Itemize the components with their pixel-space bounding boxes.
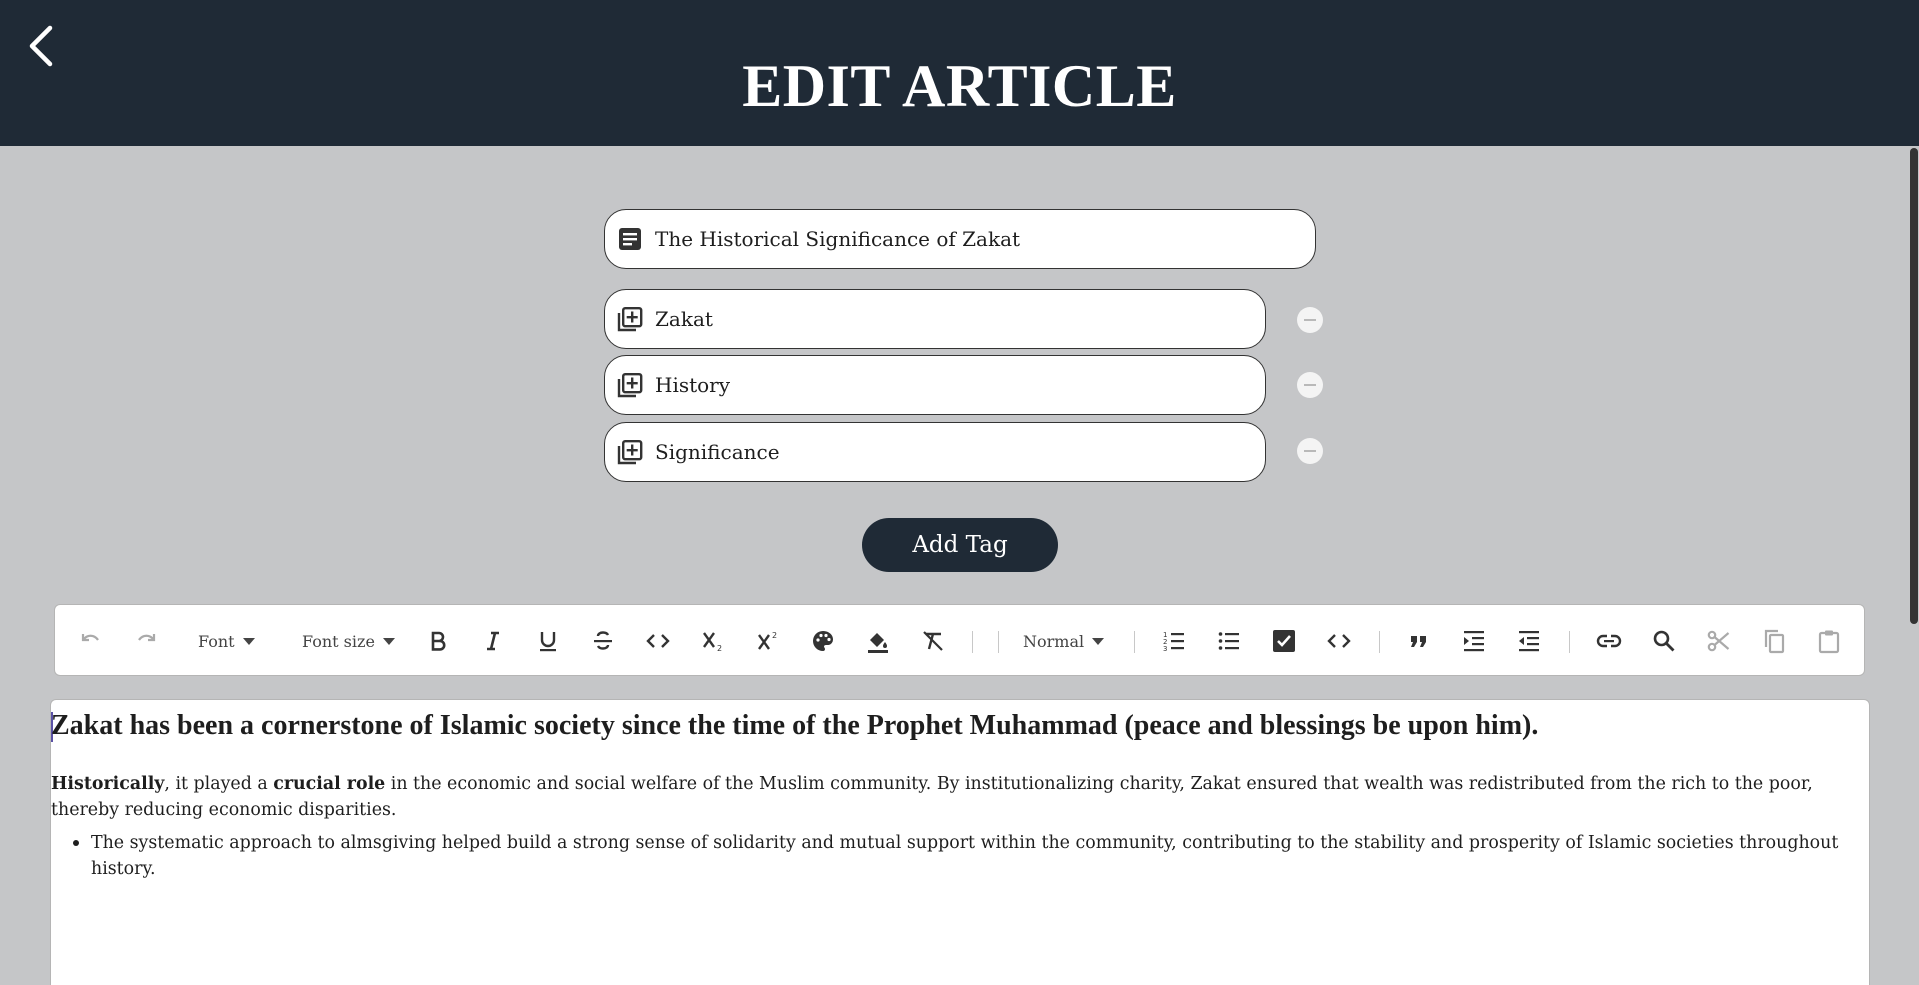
fill-color-button[interactable] <box>862 623 894 659</box>
page-title: EDIT ARTICLE <box>742 53 1177 119</box>
toolbar-divider <box>1379 631 1380 653</box>
text-color-button[interactable] <box>807 623 839 659</box>
subscript-button[interactable]: 2 <box>697 623 729 659</box>
block-type-label: Normal <box>1023 631 1085 651</box>
paste-button[interactable] <box>1813 623 1845 659</box>
article-title-field[interactable]: The Historical Significance of Zakat <box>604 209 1316 269</box>
link-icon <box>1596 634 1622 648</box>
list-item: The systematic approach to almsgiving he… <box>73 830 1851 882</box>
toolbar-divider <box>1134 631 1135 653</box>
library-add-icon <box>617 307 643 332</box>
svg-text:3: 3 <box>1163 645 1167 653</box>
ordered-list-button[interactable]: 123 <box>1158 623 1190 659</box>
library-add-icon <box>617 373 643 398</box>
strikethrough-button[interactable] <box>587 623 619 659</box>
underline-icon <box>540 632 556 652</box>
bold-text: Historically <box>51 774 165 794</box>
bold-button[interactable] <box>422 623 454 659</box>
link-button[interactable] <box>1593 623 1625 659</box>
outdent-button[interactable] <box>1513 623 1545 659</box>
toolbar-divider <box>998 631 999 653</box>
chevron-down-icon <box>242 637 255 645</box>
undo-icon <box>81 634 99 642</box>
svg-text:2: 2 <box>717 644 722 653</box>
inline-code-icon <box>646 634 670 648</box>
font-dropdown-label: Font <box>198 631 235 651</box>
italic-icon <box>487 631 499 651</box>
library-add-icon <box>617 440 643 465</box>
content-heading: Zakat has been a cornerstone of Islamic … <box>51 710 1539 741</box>
inline-code-button[interactable] <box>642 623 674 659</box>
cut-button[interactable] <box>1703 623 1735 659</box>
remove-tag-button[interactable] <box>1297 372 1323 398</box>
redo-icon <box>138 634 156 642</box>
cut-icon <box>1707 630 1730 652</box>
remove-tag-button[interactable] <box>1297 438 1323 464</box>
svg-text:2: 2 <box>772 631 777 640</box>
scroll-thumb[interactable] <box>1910 148 1918 624</box>
clear-format-icon <box>923 631 943 651</box>
chevron-down-icon <box>1092 637 1105 645</box>
toolbar-divider <box>1569 631 1570 653</box>
top-bar: EDIT ARTICLE <box>0 0 1919 146</box>
paragraph-text: , it played a <box>164 774 274 794</box>
search-button[interactable] <box>1648 623 1680 659</box>
bold-text: crucial role <box>273 774 386 794</box>
tag-field[interactable]: History <box>604 355 1266 415</box>
subscript-icon: 2 <box>703 632 722 653</box>
quote-button[interactable] <box>1403 623 1435 659</box>
tag-field[interactable]: Zakat <box>604 289 1266 349</box>
block-type-dropdown[interactable]: Normal <box>1023 627 1105 655</box>
article-icon <box>619 228 641 250</box>
ordered-list-icon: 123 <box>1163 631 1184 653</box>
indent-icon <box>1464 631 1484 652</box>
italic-button[interactable] <box>477 623 509 659</box>
code-block-button[interactable] <box>1323 623 1355 659</box>
tag-value: History <box>655 373 731 397</box>
redo-button[interactable] <box>130 623 162 659</box>
fill-color-icon <box>868 633 888 653</box>
font-size-dropdown-label: Font size <box>302 631 375 651</box>
quote-icon <box>1411 636 1426 647</box>
checkbox-icon <box>1273 630 1295 652</box>
copy-button[interactable] <box>1758 623 1790 659</box>
underline-button[interactable] <box>532 623 564 659</box>
bold-icon <box>431 631 446 651</box>
indent-button[interactable] <box>1458 623 1490 659</box>
remove-tag-button[interactable] <box>1297 307 1323 333</box>
content-bullet-list: The systematic approach to almsgiving he… <box>73 830 1851 882</box>
font-size-dropdown[interactable]: Font size <box>302 627 395 655</box>
strikethrough-icon <box>594 631 612 650</box>
bullet-list-button[interactable] <box>1213 623 1245 659</box>
checklist-button[interactable] <box>1268 623 1300 659</box>
code-block-icon <box>1327 634 1351 648</box>
font-dropdown[interactable]: Font <box>198 627 255 655</box>
undo-button[interactable] <box>75 623 107 659</box>
clear-format-button[interactable] <box>917 623 949 659</box>
add-tag-button[interactable]: Add Tag <box>862 518 1058 572</box>
tag-value: Zakat <box>655 307 713 331</box>
editor-toolbar: Font Font size 2 2 Normal 123 <box>54 604 1865 676</box>
content-paragraph: Historically, it played a crucial role i… <box>51 771 1866 823</box>
bullet-list-icon <box>1218 632 1239 650</box>
toolbar-divider <box>972 631 973 653</box>
copy-icon <box>1764 629 1785 654</box>
tag-value: Significance <box>655 440 780 464</box>
superscript-icon: 2 <box>758 631 777 650</box>
outdent-icon <box>1519 631 1539 652</box>
article-title-value: The Historical Significance of Zakat <box>655 227 1021 251</box>
scrollbar[interactable] <box>1907 146 1919 985</box>
superscript-button[interactable]: 2 <box>752 623 784 659</box>
paste-icon <box>1818 630 1840 654</box>
tag-field[interactable]: Significance <box>604 422 1266 482</box>
article-editor[interactable]: Zakat has been a cornerstone of Islamic … <box>50 699 1870 985</box>
palette-icon <box>813 631 834 651</box>
search-icon <box>1653 630 1675 652</box>
chevron-down-icon <box>382 637 395 645</box>
